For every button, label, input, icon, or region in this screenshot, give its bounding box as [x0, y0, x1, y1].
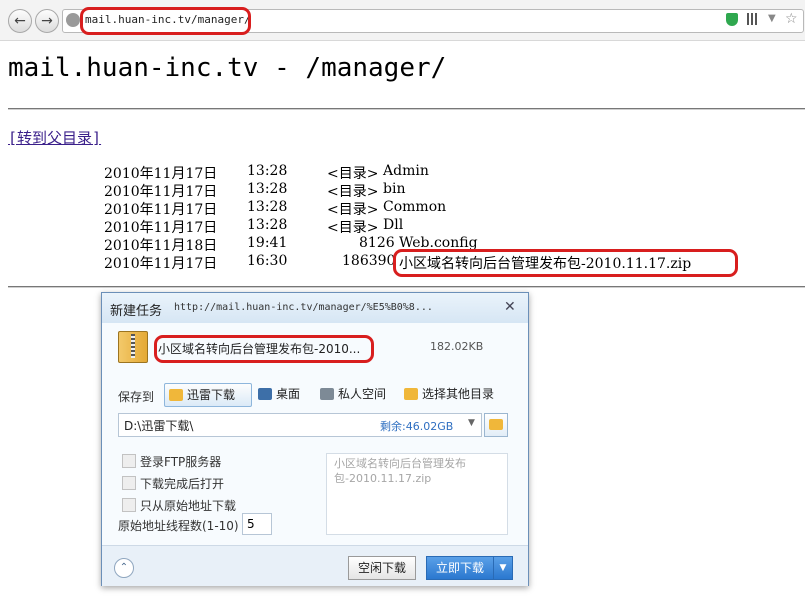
new-task-dialog: 新建任务 http://mail.huan-inc.tv/manager/%E5… — [101, 292, 529, 586]
dialog-title: 新建任务 — [110, 304, 163, 319]
save-to-label: 保存到 — [118, 390, 155, 404]
thread-count-input[interactable]: 5 — [242, 513, 272, 535]
entry-size: <目录> — [327, 166, 379, 182]
entry-time: 13:28 — [247, 181, 288, 197]
entry-date: 2010年11月17日 — [104, 220, 218, 236]
entry-link[interactable]: Common — [383, 199, 446, 215]
private-space-icon — [320, 388, 334, 400]
entry-size: <目录> — [327, 202, 379, 218]
dest-xunlei-button[interactable]: 迅雷下载 — [164, 383, 252, 407]
entry-time: 19:41 — [247, 235, 288, 251]
entry-date: 2010年11月18日 — [104, 238, 218, 254]
ftp-login-label: 登录FTP服务器 — [140, 455, 222, 469]
dest-label: 私人空间 — [338, 387, 387, 401]
dest-desktop-button[interactable]: 桌面 — [258, 383, 300, 405]
download-now-button[interactable]: 立即下载 — [426, 556, 494, 580]
shield-icon[interactable] — [726, 13, 738, 26]
idle-download-button[interactable]: 空闲下载 — [348, 556, 416, 580]
original-only-label: 只从原始地址下载 — [140, 499, 237, 513]
forward-arrow-icon: → — [41, 13, 53, 29]
entry-time: 13:28 — [247, 199, 288, 215]
original-only-checkbox[interactable] — [122, 498, 136, 512]
entry-link[interactable]: bin — [383, 181, 405, 197]
entry-time: 16:30 — [247, 253, 288, 269]
download-options-dropdown[interactable]: ▼ — [493, 556, 513, 580]
thread-count-label: 原始地址线程数(1-10) — [118, 519, 239, 533]
dest-other-button[interactable]: 选择其他目录 — [404, 383, 494, 405]
folder-icon — [489, 419, 503, 430]
save-path-text[interactable]: D:\迅雷下载\ — [124, 417, 193, 434]
chevron-down-icon[interactable]: ▼ — [468, 418, 475, 428]
divider-top — [8, 108, 805, 110]
dest-label: 迅雷下载 — [187, 388, 236, 402]
comment-text[interactable]: 小区域名转向后台管理发布包-2010.11.17.zip — [334, 456, 504, 486]
back-arrow-icon: ← — [14, 13, 26, 29]
qr-code-icon[interactable] — [747, 13, 759, 25]
expand-toggle-button[interactable]: ⌃ — [114, 558, 134, 578]
back-button[interactable]: ← — [8, 9, 32, 33]
entry-date: 2010年11月17日 — [104, 184, 218, 200]
entry-size: 186390 — [342, 253, 396, 269]
filename-highlight — [154, 335, 374, 363]
entry-date: 2010年11月17日 — [104, 202, 218, 218]
dest-label: 桌面 — [276, 387, 301, 401]
open-after-download-checkbox[interactable] — [122, 476, 136, 490]
entry-time: 13:28 — [247, 163, 288, 179]
browse-folder-button[interactable] — [484, 413, 508, 437]
entry-time: 13:28 — [247, 217, 288, 233]
dest-private-button[interactable]: 私人空间 — [320, 383, 386, 405]
entry-size: <目录> — [327, 184, 379, 200]
chevron-up-icon: ⌃ — [119, 562, 129, 573]
page-title: mail.huan-inc.tv - /manager/ — [8, 53, 447, 83]
star-icon[interactable]: ☆ — [785, 11, 798, 27]
open-after-download-label: 下载完成后打开 — [140, 477, 225, 491]
folder-icon — [404, 388, 418, 400]
address-highlight — [80, 7, 251, 35]
entry-size: 8126 — [359, 235, 395, 251]
close-icon[interactable]: ✕ — [504, 299, 516, 315]
zip-link-highlight — [393, 249, 738, 277]
entry-date: 2010年11月17日 — [104, 166, 218, 182]
entry-size: <目录> — [327, 220, 379, 236]
xunlei-folder-icon — [169, 389, 183, 401]
dest-label: 选择其他目录 — [422, 387, 495, 401]
entry-link[interactable]: Dll — [383, 217, 403, 233]
desktop-icon — [258, 388, 272, 400]
zip-file-icon — [118, 331, 148, 363]
chevron-down-icon: ▼ — [499, 563, 507, 573]
divider-bottom — [8, 286, 805, 288]
free-space-text: 剩余:46.02GB — [380, 420, 454, 433]
entry-date: 2010年11月17日 — [104, 256, 218, 272]
parent-directory-link[interactable]: [转到父目录] — [8, 127, 101, 148]
ftp-login-checkbox[interactable] — [122, 454, 136, 468]
globe-icon — [66, 13, 80, 27]
dropdown-icon[interactable]: ▼ — [768, 13, 776, 24]
forward-button[interactable]: → — [35, 9, 59, 33]
entry-link[interactable]: Admin — [383, 163, 429, 179]
file-size: 182.02KB — [430, 340, 484, 353]
dialog-url: http://mail.huan-inc.tv/manager/%E5%B0%8… — [174, 302, 433, 313]
